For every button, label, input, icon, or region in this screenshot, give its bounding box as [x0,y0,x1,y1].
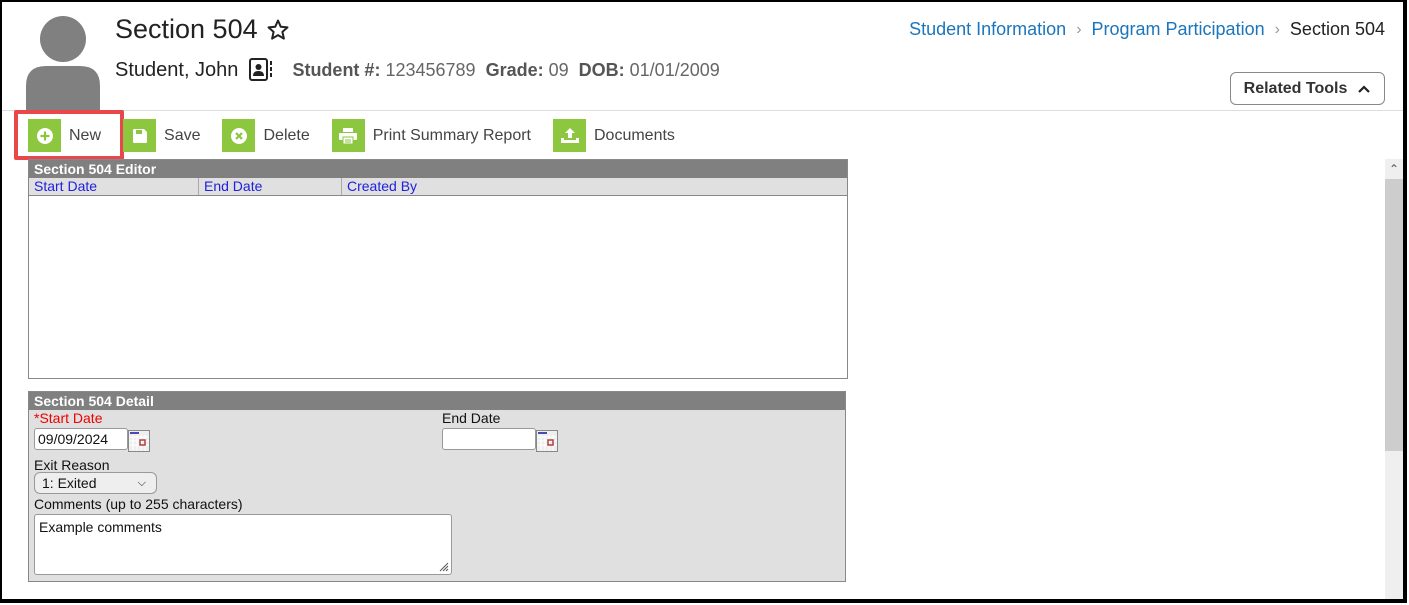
resize-handle-icon[interactable] [437,560,449,572]
editor-title: Section 504 Editor [29,160,847,178]
header-divider [2,110,1403,111]
breadcrumb: Student Information › Program Participat… [909,19,1385,40]
comments-label: Comments (up to 255 characters) [34,496,243,512]
chevron-right-icon: › [1076,20,1082,38]
calendar-icon[interactable] [536,430,558,452]
student-meta: Student #: 123456789 Grade: 09 DOB: 01/0… [292,59,720,80]
editor-column-headers: Start Date End Date Created By [29,178,847,196]
exit-reason-label: Exit Reason [34,457,110,473]
end-date-label: End Date [442,410,501,426]
dob: 01/01/2009 [629,59,720,80]
print-summary-report-button[interactable]: Print Summary Report [331,119,531,152]
chevron-up-icon [1358,84,1371,93]
student-avatar [26,16,100,112]
start-date-label: *Start Date [34,410,103,426]
new-button[interactable]: New [28,119,101,152]
end-date-input[interactable] [442,428,536,450]
documents-button[interactable]: Documents [553,119,675,152]
scroll-up-icon[interactable]: ⌃ [1385,159,1403,179]
vertical-scrollbar[interactable]: ⌃ [1385,159,1403,599]
chevron-down-icon: ⌵ [137,477,146,489]
student-name: Student, John [115,58,239,81]
column-start-date[interactable]: Start Date [29,178,199,195]
toolbar: New Save Delete Print Summary Report Doc… [28,119,697,152]
section-504-detail: Section 504 Detail *Start Date 09/09/202… [28,391,846,582]
related-tools-button[interactable]: Related Tools [1230,72,1385,105]
calendar-icon[interactable] [128,430,150,452]
column-end-date[interactable]: End Date [199,178,342,195]
exit-reason-select[interactable]: 1: Exited ⌵ [34,472,157,494]
page-title: Section 504 [115,14,290,45]
save-icon [132,128,147,143]
breadcrumb-student-information[interactable]: Student Information [909,19,1066,40]
student-info: Student, John Student #: 123456789 Grade… [115,57,720,83]
column-created-by[interactable]: Created By [342,178,847,195]
breadcrumb-current: Section 504 [1289,19,1385,39]
section-504-editor: Section 504 Editor Start Date End Date C… [28,159,848,379]
app-window: Section 504 Student, John Student #: 123… [0,0,1407,603]
delete-button[interactable]: Delete [222,119,310,152]
save-button[interactable]: Save [123,119,200,152]
grade: 09 [548,59,569,80]
page-title-text: Section 504 [115,14,258,44]
student-number: 123456789 [385,59,476,80]
x-circle-icon [230,127,247,144]
upload-icon [560,127,579,143]
printer-icon [339,127,358,144]
contact-card-icon[interactable] [248,57,274,83]
scrollbar-thumb[interactable] [1385,179,1403,451]
plus-circle-icon [36,127,53,144]
comments-textarea[interactable]: Example comments [34,514,452,575]
start-date-input[interactable]: 09/09/2024 [34,428,128,450]
star-icon[interactable] [266,18,290,42]
detail-title: Section 504 Detail [29,392,845,410]
breadcrumb-program-participation[interactable]: Program Participation [1092,19,1265,40]
chevron-right-icon: › [1274,20,1280,38]
